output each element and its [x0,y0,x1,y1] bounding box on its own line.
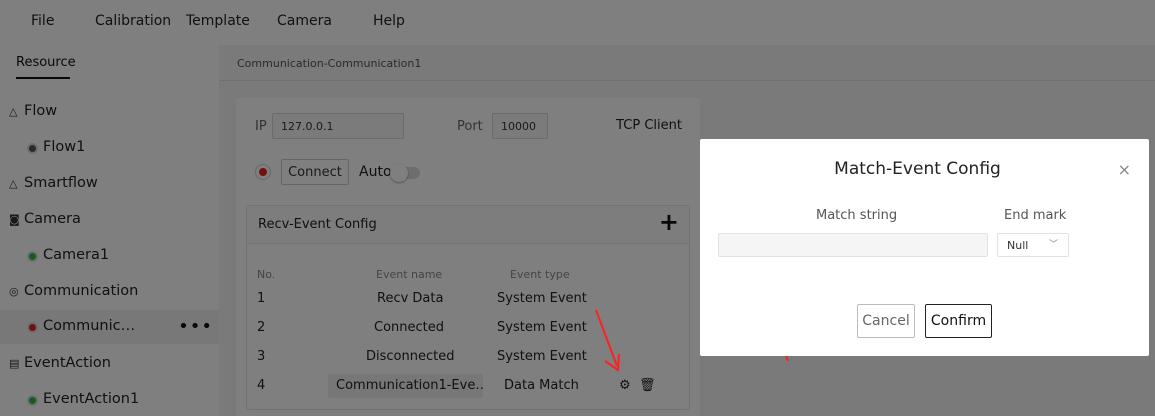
end-mark-value: Null [1007,239,1029,252]
end-mark-label: End mark [1004,208,1067,223]
match-string-input[interactable] [718,233,988,257]
cancel-button[interactable]: Cancel [857,304,915,338]
match-event-dialog: Match-Event Config × Match string End ma… [700,139,1149,356]
confirm-button[interactable]: Confirm [925,304,992,338]
match-string-label: Match string [816,208,898,223]
dialog-title: Match-Event Config [834,159,1001,179]
end-mark-select[interactable]: Null ﹀ [997,233,1069,257]
close-icon[interactable]: × [1118,160,1131,179]
chevron-down-icon: ﹀ [1048,240,1058,250]
